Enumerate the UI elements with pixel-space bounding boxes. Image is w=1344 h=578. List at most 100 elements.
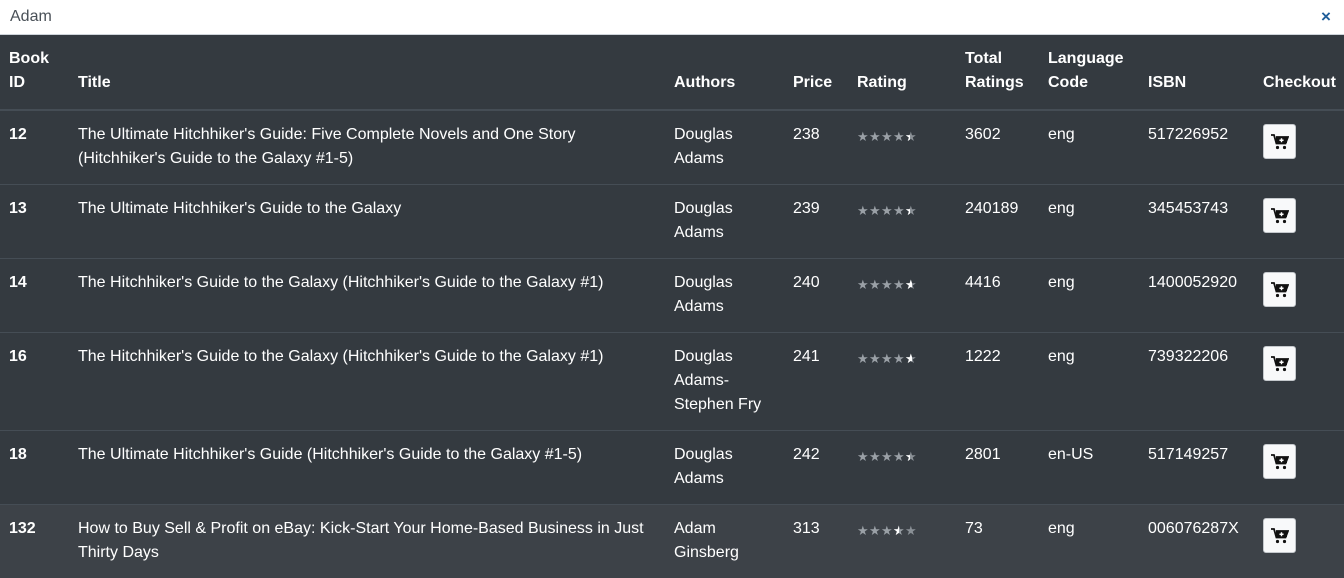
title-cell: The Ultimate Hitchhiker's Guide (Hitchhi… <box>69 431 665 505</box>
title-cell: The Hitchhiker's Guide to the Galaxy (Hi… <box>69 259 665 333</box>
star-icon: ★ <box>881 445 893 469</box>
checkout-button[interactable] <box>1263 272 1296 307</box>
language-code-cell: eng <box>1039 185 1139 259</box>
star-icon: ★ <box>881 273 893 297</box>
star-icon: ★ <box>869 199 881 223</box>
language-code-cell: eng <box>1039 110 1139 185</box>
language-code-cell: en-US <box>1039 431 1139 505</box>
star-rating: ★★★★★★ <box>857 273 917 297</box>
total-ratings-cell: 2801 <box>956 431 1039 505</box>
col-header-isbn[interactable]: ISBN <box>1139 35 1254 110</box>
checkout-button[interactable] <box>1263 346 1296 381</box>
col-header-price[interactable]: Price <box>784 35 848 110</box>
search-bar: × <box>0 0 1344 35</box>
star-icon: ★ <box>893 273 905 297</box>
language-code-cell: eng <box>1039 259 1139 333</box>
isbn-cell: 006076287X <box>1139 505 1254 578</box>
star-rating: ★★★★★★ <box>857 445 917 469</box>
checkout-button[interactable] <box>1263 444 1296 479</box>
checkout-button[interactable] <box>1263 198 1296 233</box>
checkout-cell <box>1254 505 1344 578</box>
checkout-button[interactable] <box>1263 124 1296 159</box>
rating-cell: ★★★★★★★ <box>848 505 956 578</box>
star-icon: ★ <box>881 125 893 149</box>
star-icon: ★ <box>881 519 893 543</box>
star-rating: ★★★★★★★ <box>857 519 917 543</box>
book-id-cell: 16 <box>0 333 69 431</box>
table-row: 132How to Buy Sell & Profit on eBay: Kic… <box>0 505 1344 578</box>
col-header-title[interactable]: Title <box>69 35 665 110</box>
star-icon: ★ <box>857 125 869 149</box>
price-cell: 240 <box>784 259 848 333</box>
star-icon: ★ <box>869 125 881 149</box>
close-icon[interactable]: × <box>1318 7 1334 27</box>
star-icon: ★ <box>893 125 905 149</box>
cart-plus-icon <box>1271 134 1289 150</box>
table-row: 18The Ultimate Hitchhiker's Guide (Hitch… <box>0 431 1344 505</box>
checkout-cell <box>1254 259 1344 333</box>
star-icon: ★ <box>857 519 869 543</box>
price-cell: 239 <box>784 185 848 259</box>
star-icon: ★★ <box>893 519 905 543</box>
table-row: 16The Hitchhiker's Guide to the Galaxy (… <box>0 333 1344 431</box>
star-icon: ★★ <box>905 445 917 469</box>
total-ratings-cell: 73 <box>956 505 1039 578</box>
price-cell: 313 <box>784 505 848 578</box>
price-cell: 241 <box>784 333 848 431</box>
total-ratings-cell: 4416 <box>956 259 1039 333</box>
star-icon: ★ <box>857 199 869 223</box>
authors-cell: Douglas Adams <box>665 185 784 259</box>
table-row: 12The Ultimate Hitchhiker's Guide: Five … <box>0 110 1344 185</box>
star-rating: ★★★★★★ <box>857 199 917 223</box>
price-cell: 242 <box>784 431 848 505</box>
star-icon: ★ <box>893 347 905 371</box>
star-icon: ★★ <box>905 273 917 297</box>
isbn-cell: 739322206 <box>1139 333 1254 431</box>
checkout-button[interactable] <box>1263 518 1296 553</box>
checkout-cell <box>1254 333 1344 431</box>
star-icon: ★ <box>857 347 869 371</box>
col-header-rating[interactable]: Rating <box>848 35 956 110</box>
isbn-cell: 517226952 <box>1139 110 1254 185</box>
star-icon: ★★ <box>905 519 917 543</box>
cart-plus-icon <box>1271 282 1289 298</box>
cart-plus-icon <box>1271 356 1289 372</box>
star-rating: ★★★★★★ <box>857 125 917 149</box>
table-row: 13The Ultimate Hitchhiker's Guide to the… <box>0 185 1344 259</box>
star-rating: ★★★★★★ <box>857 347 917 371</box>
col-header-book-id[interactable]: Book ID <box>0 35 69 110</box>
isbn-cell: 345453743 <box>1139 185 1254 259</box>
authors-cell: Douglas Adams-Stephen Fry <box>665 333 784 431</box>
search-input[interactable] <box>0 0 1300 34</box>
col-header-authors[interactable]: Authors <box>665 35 784 110</box>
col-header-total-ratings[interactable]: Total Ratings <box>956 35 1039 110</box>
header-row: Book ID Title Authors Price Rating Total… <box>0 35 1344 110</box>
title-cell: How to Buy Sell & Profit on eBay: Kick-S… <box>69 505 665 578</box>
star-icon: ★★ <box>905 199 917 223</box>
table-row: 14The Hitchhiker's Guide to the Galaxy (… <box>0 259 1344 333</box>
star-icon: ★ <box>881 347 893 371</box>
rating-cell: ★★★★★★ <box>848 333 956 431</box>
book-id-cell: 13 <box>0 185 69 259</box>
star-icon: ★★ <box>905 125 917 149</box>
isbn-cell: 1400052920 <box>1139 259 1254 333</box>
book-id-cell: 18 <box>0 431 69 505</box>
star-icon: ★ <box>857 273 869 297</box>
authors-cell: Douglas Adams <box>665 110 784 185</box>
total-ratings-cell: 1222 <box>956 333 1039 431</box>
rating-cell: ★★★★★★ <box>848 185 956 259</box>
star-icon: ★★ <box>905 347 917 371</box>
col-header-language-code[interactable]: Language Code <box>1039 35 1139 110</box>
isbn-cell: 517149257 <box>1139 431 1254 505</box>
rating-cell: ★★★★★★ <box>848 431 956 505</box>
cart-plus-icon <box>1271 528 1289 544</box>
language-code-cell: eng <box>1039 333 1139 431</box>
total-ratings-cell: 240189 <box>956 185 1039 259</box>
rating-cell: ★★★★★★ <box>848 110 956 185</box>
rating-cell: ★★★★★★ <box>848 259 956 333</box>
book-id-cell: 132 <box>0 505 69 578</box>
checkout-cell <box>1254 431 1344 505</box>
language-code-cell: eng <box>1039 505 1139 578</box>
title-cell: The Ultimate Hitchhiker's Guide: Five Co… <box>69 110 665 185</box>
price-cell: 238 <box>784 110 848 185</box>
